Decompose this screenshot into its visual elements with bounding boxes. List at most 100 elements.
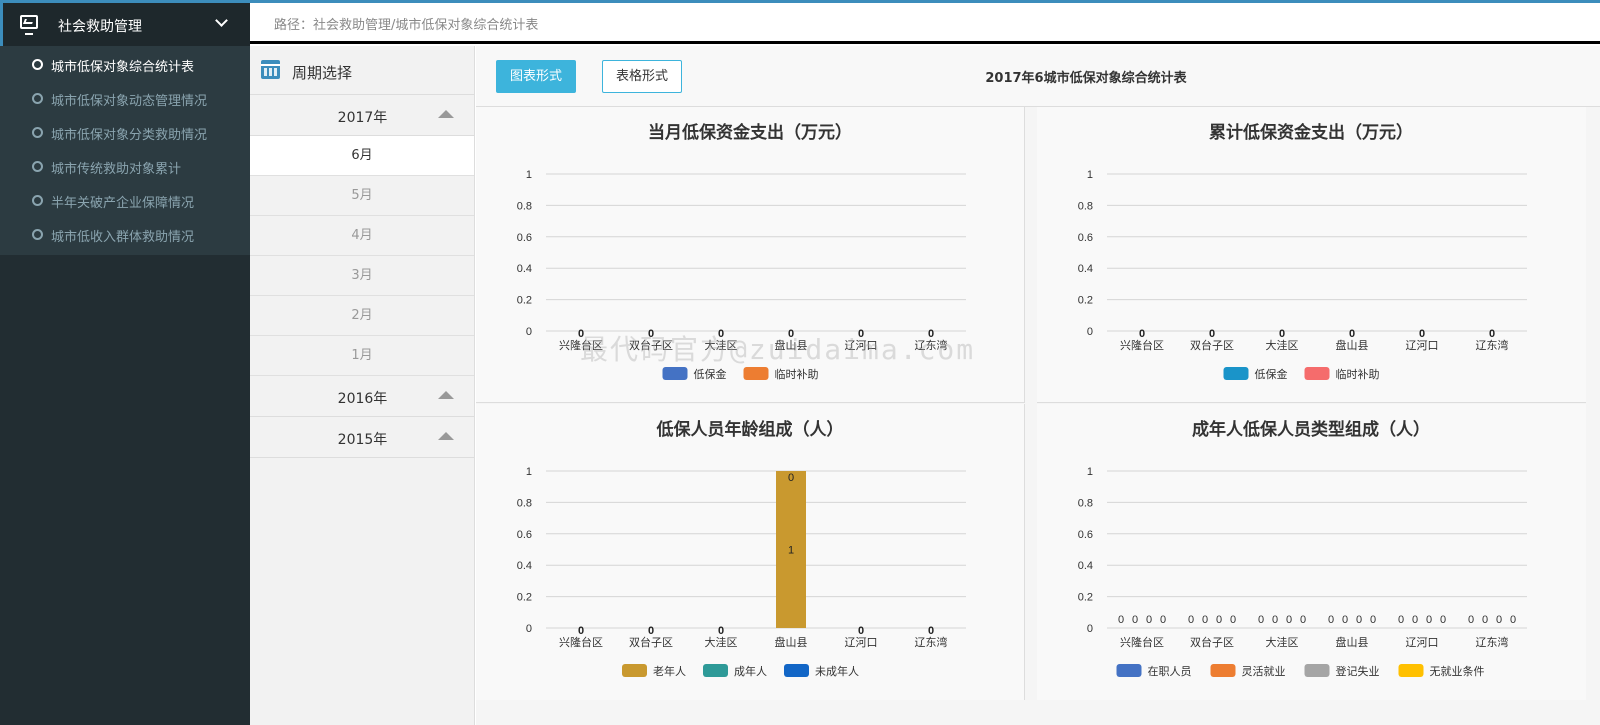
report-title: 2017年6城市低保对象综合统计表 (985, 71, 1187, 86)
breadcrumb-text: 路径：社会救助管理/城市低保对象综合统计表 (274, 18, 539, 33)
x-tick-label: 辽河口 (1406, 339, 1439, 352)
month-item-3[interactable]: 3月 (250, 256, 474, 296)
data-label: 0 (1419, 328, 1425, 340)
y-tick-label: 0 (1087, 326, 1093, 338)
x-tick-label: 双台子区 (629, 635, 673, 649)
month-item-5[interactable]: 5月 (250, 176, 474, 216)
data-label: 0 (1468, 614, 1474, 626)
legend-swatch (1116, 664, 1142, 677)
data-label: 0 (1146, 614, 1152, 626)
chevron-down-icon[interactable] (215, 14, 228, 27)
data-label: 0 (1412, 614, 1418, 626)
sidebar-item-comprehensive-stats[interactable]: 城市低保对象综合统计表 (0, 48, 250, 82)
data-label: 0 (1482, 614, 1488, 626)
sidebar-item-traditional-assistance[interactable]: 城市传统救助对象累计 (0, 150, 250, 184)
data-label: 0 (1279, 328, 1285, 340)
legend-label: 未成年人 (815, 664, 859, 678)
x-tick-label: 辽河口 (845, 636, 878, 649)
y-tick-label: 0.2 (517, 592, 532, 604)
circle-icon (32, 195, 43, 206)
x-tick-label: 辽东湾 (1476, 635, 1509, 649)
x-tick-label: 盘山县 (775, 635, 808, 649)
data-label: 0 (1440, 614, 1446, 626)
chart-age-composition: 低保人员年龄组成（人）00.20.40.60.81兴隆台区0双台子区0大洼区0盘… (517, 419, 966, 678)
legend-swatch (743, 367, 769, 380)
x-tick-label: 辽东湾 (915, 338, 948, 352)
data-label: 0 (1230, 614, 1236, 626)
year-2016[interactable]: 2016年 (250, 376, 474, 417)
data-label: 0 (1356, 614, 1362, 626)
toolbar: 图表形式 表格形式 2017年6城市低保对象综合统计表 (476, 46, 1600, 107)
chart-panel-monthly-expense: 当月低保资金支出（万元） 0 0.2 0.4 0.6 0.8 1 兴隆台区 0 双台子区 0 大洼区 0… (476, 107, 1025, 403)
chart-panel-age-composition: 低保人员年龄组成（人） 0 0.2 0.4 0.6 0.8 1 兴隆台区 0 双台子区 0 大洼区 0 盘… (476, 404, 1025, 700)
circle-icon (32, 161, 43, 172)
sidebar-item-dynamic-management[interactable]: 城市低保对象动态管理情况 (0, 82, 250, 116)
year-2017[interactable]: 2017年 (250, 95, 474, 136)
collapse-triangle-icon[interactable] (438, 391, 454, 399)
month-item-6[interactable]: 6月 (250, 136, 474, 176)
x-tick-label: 兴隆台区 (1120, 338, 1164, 352)
chart-view-button[interactable]: 图表形式 (496, 60, 576, 93)
table-view-button[interactable]: 表格形式 (602, 60, 682, 93)
sidebar-item-classified-assistance[interactable]: 城市低保对象分类救助情况 (0, 116, 250, 150)
collapse-triangle-icon[interactable] (438, 110, 454, 118)
circle-icon (32, 229, 43, 240)
data-label: 0 (1300, 614, 1306, 626)
legend-label: 低保金 (1255, 367, 1288, 381)
y-tick-label: 0.6 (1078, 529, 1093, 541)
chart-cumulative-expense: 累计低保资金支出（万元）00.20.40.60.81兴隆台区0双台子区0大洼区0… (1078, 122, 1527, 381)
legend-swatch (1304, 367, 1330, 380)
legend-swatch (1210, 664, 1236, 677)
month-item-2[interactable]: 2月 (250, 296, 474, 336)
sidebar-item-label: 城市传统救助对象累计 (51, 162, 182, 177)
y-tick-label: 0.8 (1078, 200, 1093, 212)
legend-label: 低保金 (694, 367, 727, 381)
data-label: 0 (1209, 328, 1215, 340)
legend-label: 临时补助 (775, 367, 819, 381)
y-tick-label: 1 (1087, 169, 1093, 181)
chart-panel-adult-type: 成年人低保人员类型组成（人） 0 0.2 0.4 0.6 0.8 1 兴隆台区 0 0 0 0 双台子区… (1037, 404, 1586, 700)
x-tick-label: 大洼区 (1266, 635, 1299, 649)
data-label: 0 (1426, 614, 1432, 626)
y-tick-label: 1 (526, 466, 532, 478)
y-tick-label: 1 (526, 169, 532, 181)
data-label: 0 (718, 625, 724, 637)
y-tick-label: 0 (526, 326, 532, 338)
data-label: 0 (648, 625, 654, 637)
sidebar-group-header[interactable]: 社会救助管理 (0, 3, 250, 46)
data-label: 0 (858, 328, 864, 340)
sidebar-menu: 城市低保对象综合统计表 城市低保对象动态管理情况 城市低保对象分类救助情况 城市… (0, 46, 250, 255)
sidebar-item-label: 半年关破产企业保障情况 (51, 196, 195, 211)
month-item-4[interactable]: 4月 (250, 216, 474, 256)
data-label: 0 (1489, 328, 1495, 340)
y-tick-label: 0.2 (1078, 592, 1093, 604)
data-label: 0 (578, 625, 584, 637)
period-header: 周期选择 (250, 46, 474, 95)
legend-label: 老年人 (653, 664, 686, 678)
chart-title: 当月低保资金支出（万元） (648, 122, 852, 142)
year-2015[interactable]: 2015年 (250, 417, 474, 458)
legend-swatch (703, 664, 728, 677)
data-label: 0 (1188, 614, 1194, 626)
sidebar-item-bankrupt-enterprise[interactable]: 半年关破产企业保障情况 (0, 184, 250, 218)
data-label: 0 (1342, 614, 1348, 626)
y-tick-label: 0.6 (517, 529, 532, 541)
x-tick-label: 大洼区 (705, 635, 738, 649)
collapse-triangle-icon[interactable] (438, 432, 454, 440)
x-tick-label: 大洼区 (705, 338, 738, 352)
legend-swatch (1304, 664, 1330, 677)
data-label: 0 (578, 328, 584, 340)
data-label: 0 (1370, 614, 1376, 626)
month-item-1[interactable]: 1月 (250, 336, 474, 376)
legend-swatch (622, 664, 647, 677)
data-label: 1 (788, 545, 794, 557)
chart-monthly-expense: 当月低保资金支出（万元）00.20.40.60.81兴隆台区0双台子区0大洼区0… (517, 122, 966, 381)
circle-icon (32, 127, 43, 138)
data-label: 0 (718, 328, 724, 340)
data-label: 0 (1286, 614, 1292, 626)
y-tick-label: 0.8 (1078, 497, 1093, 509)
x-tick-label: 兴隆台区 (559, 338, 603, 352)
sidebar-item-low-income[interactable]: 城市低收入群体救助情况 (0, 218, 250, 252)
legend-label: 灵活就业 (1242, 664, 1286, 678)
data-label: 0 (788, 328, 794, 340)
